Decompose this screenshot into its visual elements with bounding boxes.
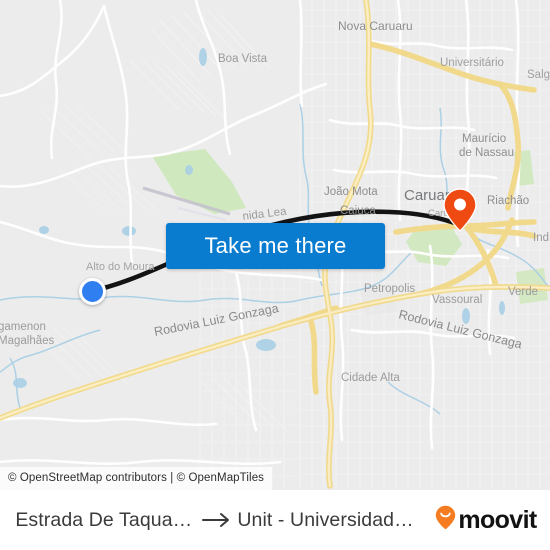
map-attribution[interactable]: © OpenStreetMap contributors | © OpenMap…: [0, 467, 273, 490]
route-destination-label: Unit - Universidade Tir...: [237, 508, 419, 531]
label-de-nassau: de Nassau: [459, 147, 514, 159]
arrow-right-icon: [197, 512, 237, 528]
moovit-pin-icon: [435, 505, 456, 535]
moovit-logo[interactable]: moovit: [435, 505, 537, 535]
pin-hole: [454, 198, 466, 211]
moovit-wordmark: moovit: [458, 505, 537, 534]
label-joao-mota: João Mota: [324, 186, 378, 198]
label-alto-do-moura: Alto do Moura: [86, 261, 155, 273]
destination-pin[interactable]: [443, 188, 477, 232]
label-verde: Verde: [508, 286, 538, 298]
take-me-there-button[interactable]: Take me there: [166, 223, 385, 269]
label-cidade-alta: Cidade Alta: [341, 372, 400, 384]
label-riachao: Riachão: [487, 195, 529, 207]
label-mauricio: Maurício: [462, 133, 506, 145]
origin-dot[interactable]: [79, 278, 106, 305]
map-screenshot-root: Nova Caruaru Universitário Salga Boa Vis…: [0, 0, 550, 550]
label-universitario: Universitário: [440, 57, 504, 69]
label-magalhaes: Magalhães: [0, 335, 55, 347]
label-vassoural: Vassoural: [432, 294, 482, 306]
label-ind: Ind: [533, 232, 549, 244]
label-nova-caruaru: Nova Caruaru: [338, 19, 413, 33]
footer-bar: Estrada De Taquara De B... Unit - Univer…: [0, 490, 550, 550]
label-caiuca: Caiuca: [340, 205, 376, 217]
label-agamenon: gamenon: [0, 321, 46, 333]
label-petropolis: Petropolis: [364, 283, 415, 295]
label-salga: Salga: [527, 69, 550, 81]
label-boa-vista: Boa Vista: [218, 53, 268, 65]
route-origin-label: Estrada De Taquara De B...: [15, 508, 197, 531]
